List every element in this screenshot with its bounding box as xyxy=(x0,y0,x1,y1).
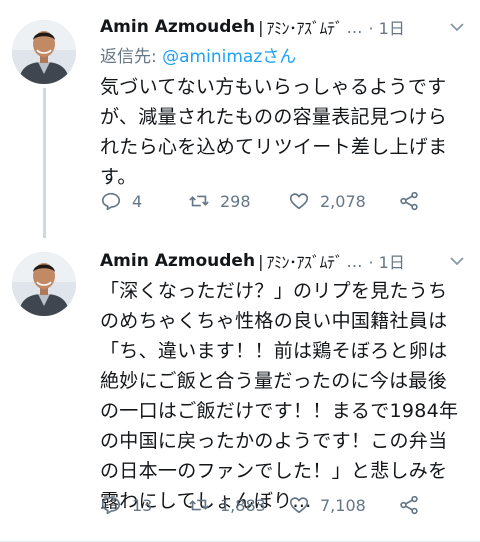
like-count: 7,108 xyxy=(320,495,366,515)
tweet-text: 気づいてない方もいらっしゃるようですが、減量されたものの容量表記見つけられたら心… xyxy=(100,76,448,188)
tweet-text: 「深くなっただけ？」のリプを見たうちのめちゃくちゃ性格の良い中国籍社員は「ち、違… xyxy=(100,280,459,512)
reply-button[interactable]: 4 xyxy=(100,190,188,212)
tweet-actions: 13 1,883 7,108 xyxy=(100,494,420,516)
timestamp[interactable]: · 1日 xyxy=(368,15,404,39)
retweet-button[interactable]: 1,883 xyxy=(188,494,288,516)
author-kana[interactable]: ｱﾐﾝ･ｱｽﾞﾑﾃﾞ xyxy=(266,15,343,39)
reply-to: 返信先: @aminimazさん xyxy=(100,42,466,68)
share-button[interactable] xyxy=(398,190,420,212)
timestamp[interactable]: · 1日 xyxy=(368,249,404,273)
retweet-count: 1,883 xyxy=(220,495,266,515)
retweet-icon xyxy=(189,195,209,207)
chevron-down-icon[interactable] xyxy=(448,18,466,36)
chevron-down-icon[interactable] xyxy=(448,252,466,270)
tweet-content: Amin Azmoudeh | ｱﾐﾝ･ｱｽﾞﾑﾃﾞ … · 1日 返信先: @… xyxy=(100,14,466,192)
handle-separator: | xyxy=(258,17,264,37)
tweet[interactable]: Amin Azmoudeh | ｱﾐﾝ･ｱｽﾞﾑﾃﾞ … · 1日 返信先: @… xyxy=(0,0,480,238)
avatar[interactable] xyxy=(12,252,76,316)
reply-mention-link[interactable]: @aminimazさん xyxy=(162,47,296,67)
handle-separator: | xyxy=(258,251,264,271)
name-ellipsis: … xyxy=(346,251,363,271)
name-ellipsis: … xyxy=(346,17,363,37)
author-name[interactable]: Amin Azmoudeh xyxy=(100,17,255,37)
share-icon xyxy=(400,495,418,515)
reply-icon xyxy=(101,192,121,211)
reply-button[interactable]: 13 xyxy=(100,494,188,516)
reply-prefix: 返信先: xyxy=(100,47,163,67)
tweet-header: Amin Azmoudeh | ｱﾐﾝ･ｱｽﾞﾑﾃﾞ … · 1日 xyxy=(100,14,466,40)
reply-count: 13 xyxy=(132,495,153,515)
like-button[interactable]: 2,078 xyxy=(288,190,398,212)
tweet[interactable]: Amin Azmoudeh | ｱﾐﾝ･ｱｽﾞﾑﾃﾞ … · 1日 「深くなった… xyxy=(0,238,480,542)
reply-icon xyxy=(101,496,121,515)
thread-line xyxy=(43,88,46,238)
tweet-content: Amin Azmoudeh | ｱﾐﾝ･ｱｽﾞﾑﾃﾞ … · 1日 「深くなった… xyxy=(100,248,466,516)
tweet-actions: 4 298 2,078 xyxy=(100,190,420,212)
author-name[interactable]: Amin Azmoudeh xyxy=(100,251,255,271)
like-count: 2,078 xyxy=(320,191,366,211)
retweet-icon xyxy=(189,499,209,511)
retweet-button[interactable]: 298 xyxy=(188,190,288,212)
share-icon xyxy=(400,191,418,211)
like-icon xyxy=(289,193,309,210)
like-icon xyxy=(289,497,309,514)
retweet-count: 298 xyxy=(220,191,251,211)
author-kana[interactable]: ｱﾐﾝ･ｱｽﾞﾑﾃﾞ xyxy=(266,249,343,273)
avatar[interactable] xyxy=(12,20,76,84)
like-button[interactable]: 7,108 xyxy=(288,494,398,516)
share-button[interactable] xyxy=(398,494,420,516)
reply-count: 4 xyxy=(132,191,143,211)
tweet-header: Amin Azmoudeh | ｱﾐﾝ･ｱｽﾞﾑﾃﾞ … · 1日 xyxy=(100,248,466,274)
